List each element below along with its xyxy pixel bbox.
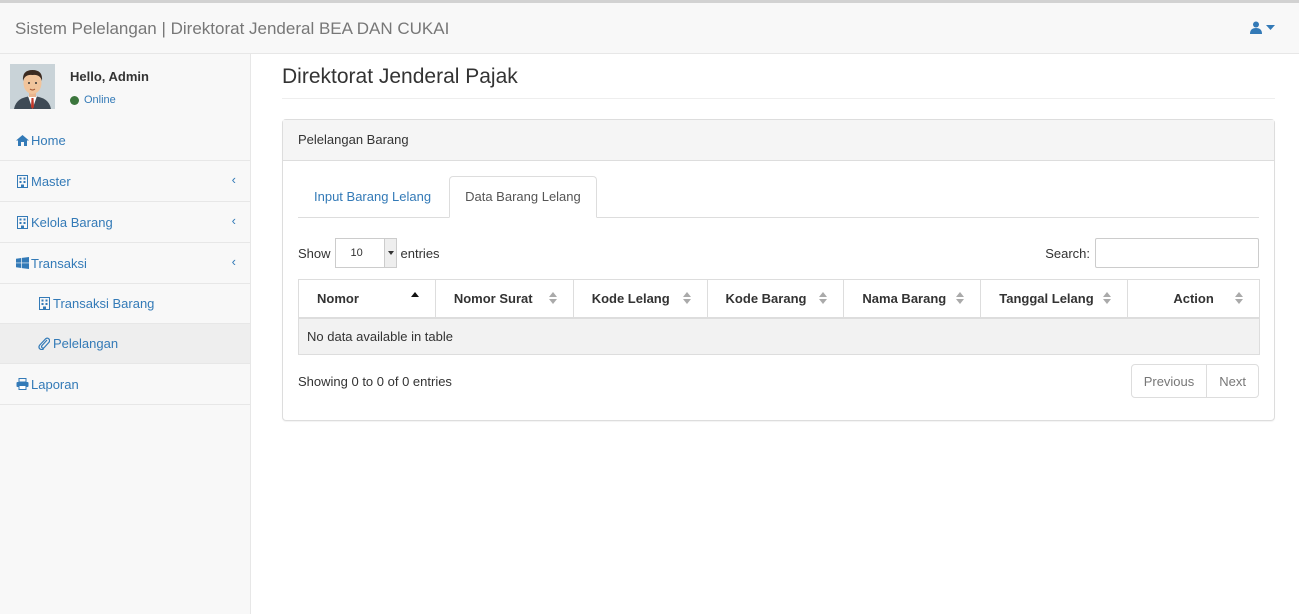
user-greeting: Hello, Admin bbox=[70, 69, 149, 84]
entries-select-value: 10 bbox=[350, 247, 363, 259]
chevron-left-icon: ‹ bbox=[231, 172, 236, 187]
auction-panel: Pelelangan Barang Input Barang Lelang Da… bbox=[282, 119, 1275, 421]
column-header-tanggal-lelang[interactable]: Tanggal Lelang bbox=[980, 279, 1129, 319]
column-header-label: Kode Lelang bbox=[591, 290, 670, 306]
app-brand[interactable]: Sistem Pelelangan | Direktorat Jenderal … bbox=[15, 19, 449, 39]
select-arrow-icon bbox=[383, 239, 396, 267]
sort-icon bbox=[1235, 292, 1243, 306]
column-header-nama-barang[interactable]: Nama Barang bbox=[843, 279, 982, 319]
tab-input-barang-lelang[interactable]: Input Barang Lelang bbox=[298, 176, 447, 217]
top-navbar: Sistem Pelelangan | Direktorat Jenderal … bbox=[0, 0, 1299, 54]
column-header-label: Nomor Surat bbox=[453, 290, 533, 306]
table-controls: Show 10 entries Search: bbox=[298, 238, 1259, 268]
panel-heading: Pelelangan Barang bbox=[283, 120, 1274, 161]
table-info: Showing 0 to 0 of 0 entries bbox=[298, 373, 452, 389]
panel-body: Input Barang Lelang Data Barang Lelang S… bbox=[283, 161, 1274, 413]
windows-icon bbox=[15, 257, 29, 269]
column-header-nomor-surat[interactable]: Nomor Surat bbox=[434, 279, 574, 319]
tab-data-barang-lelang[interactable]: Data Barang Lelang bbox=[449, 176, 597, 218]
sidebar-item-label: Home bbox=[31, 132, 66, 148]
table-search: Search: bbox=[1045, 238, 1259, 268]
column-header-label: Kode Barang bbox=[725, 290, 807, 306]
sidebar-item-label: Transaksi Barang bbox=[53, 296, 155, 311]
sidebar-item-master[interactable]: Master ‹ bbox=[0, 161, 250, 202]
sidebar-item-label: Laporan bbox=[31, 376, 79, 392]
page-title: Direktorat Jenderal Pajak bbox=[282, 54, 1275, 99]
tab-bar: Input Barang Lelang Data Barang Lelang bbox=[298, 176, 1259, 218]
entries-label: entries bbox=[400, 245, 440, 261]
user-status-label: Online bbox=[84, 94, 116, 106]
empty-table-message: No data available in table bbox=[298, 317, 1260, 355]
sort-icon bbox=[682, 292, 691, 306]
sidebar-item-label: Kelola Barang bbox=[31, 214, 113, 230]
print-icon bbox=[15, 378, 29, 390]
home-icon bbox=[15, 134, 29, 146]
sidebar-item-label: Transaksi bbox=[31, 255, 87, 271]
entries-select[interactable]: 10 bbox=[334, 238, 397, 268]
search-label: Search: bbox=[1045, 245, 1090, 261]
user-status: Online bbox=[70, 94, 116, 106]
sidebar-item-laporan[interactable]: Laporan bbox=[0, 364, 250, 405]
column-header-label: Tanggal Lelang bbox=[999, 290, 1094, 306]
column-header-label: Action bbox=[1173, 290, 1214, 306]
next-button[interactable]: Next bbox=[1206, 364, 1259, 398]
sidebar-item-pelelangan[interactable]: Pelelangan bbox=[0, 324, 250, 364]
column-header-label: Nama Barang bbox=[862, 290, 947, 306]
search-input[interactable] bbox=[1095, 238, 1259, 268]
chevron-left-icon: ‹ bbox=[231, 254, 236, 269]
chevron-left-icon: ‹ bbox=[231, 213, 236, 228]
caret-down-icon bbox=[1266, 24, 1275, 30]
building-icon bbox=[15, 215, 29, 229]
column-header-label: Nomor bbox=[317, 290, 359, 306]
sort-icon bbox=[1103, 292, 1112, 306]
sidebar-item-label: Pelelangan bbox=[53, 336, 119, 351]
sidebar-item-kelola-barang[interactable]: Kelola Barang ‹ bbox=[0, 202, 250, 243]
user-menu-toggle[interactable] bbox=[1250, 21, 1275, 34]
sidebar-item-transaksi[interactable]: Transaksi ‹ bbox=[0, 243, 250, 284]
paperclip-icon bbox=[37, 337, 51, 350]
online-status-icon bbox=[70, 95, 79, 105]
previous-button[interactable]: Previous bbox=[1130, 364, 1208, 398]
user-icon bbox=[1250, 21, 1262, 34]
building-icon bbox=[37, 297, 51, 310]
sort-asc-icon bbox=[410, 292, 419, 306]
building-icon bbox=[15, 174, 29, 188]
table-footer: Showing 0 to 0 of 0 entries Previous Nex… bbox=[298, 364, 1259, 398]
column-header-kode-barang[interactable]: Kode Barang bbox=[706, 279, 845, 319]
table-row: No data available in table bbox=[298, 317, 1260, 355]
column-header-action[interactable]: Action bbox=[1127, 279, 1260, 319]
entries-length: Show 10 entries bbox=[298, 238, 440, 268]
pagination: Previous Next bbox=[1130, 364, 1259, 398]
auction-table: Nomor Nomor Surat Kode Lelang Kode Baran… bbox=[298, 279, 1260, 355]
avatar bbox=[10, 64, 55, 109]
main-content: Direktorat Jenderal Pajak Pelelangan Bar… bbox=[282, 54, 1275, 421]
show-label: Show bbox=[298, 245, 331, 261]
sidebar-item-transaksi-barang[interactable]: Transaksi Barang bbox=[0, 284, 250, 324]
user-panel: Hello, Admin Online bbox=[0, 54, 250, 120]
sort-icon bbox=[956, 292, 965, 306]
sidebar-item-home[interactable]: Home bbox=[0, 120, 250, 161]
sort-icon bbox=[548, 292, 557, 306]
column-header-nomor[interactable]: Nomor bbox=[298, 279, 436, 319]
sidebar-item-label: Master bbox=[31, 173, 71, 189]
sort-icon bbox=[819, 292, 828, 306]
column-header-kode-lelang[interactable]: Kode Lelang bbox=[572, 279, 708, 319]
sidebar: Hello, Admin Online Home Master ‹ Kelola… bbox=[0, 54, 251, 614]
